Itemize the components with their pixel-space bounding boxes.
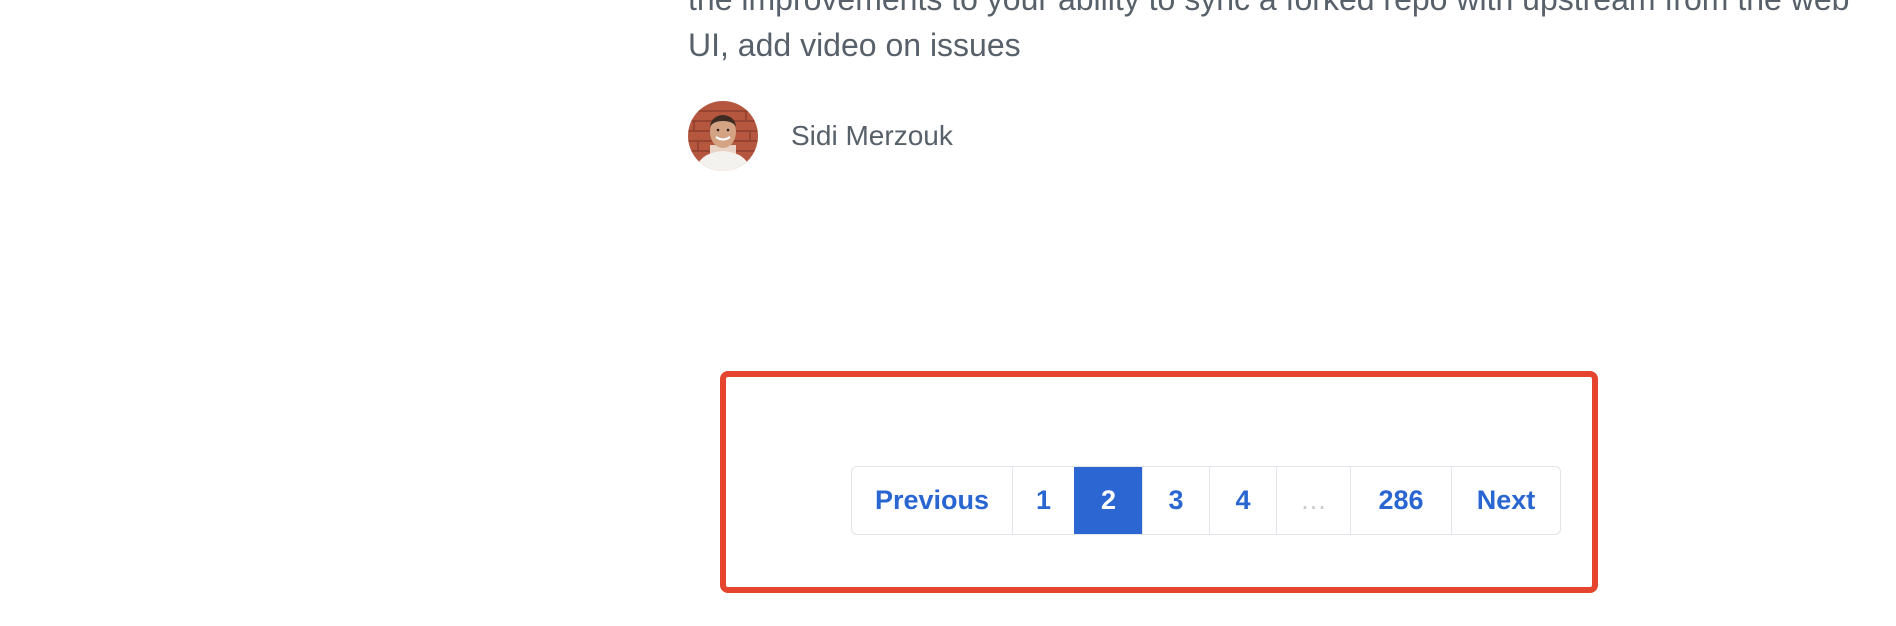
pagination-gap: … xyxy=(1276,467,1350,534)
next-page-button[interactable]: Next xyxy=(1451,467,1560,534)
author-name[interactable]: Sidi Merzouk xyxy=(791,120,953,152)
author-avatar-icon xyxy=(688,101,758,171)
page-2-button-current[interactable]: 2 xyxy=(1074,467,1142,534)
article-snippet: the improvements to your ability to sync… xyxy=(688,0,1896,68)
page-3-button[interactable]: 3 xyxy=(1142,467,1209,534)
page-1-button[interactable]: 1 xyxy=(1012,467,1074,534)
avatar[interactable] xyxy=(688,101,758,171)
page-4-button[interactable]: 4 xyxy=(1209,467,1276,534)
pagination: Previous 1 2 3 4 … 286 Next xyxy=(851,466,1561,535)
snippet-line-2: UI, add video on issues xyxy=(688,27,1021,63)
author-byline: Sidi Merzouk xyxy=(688,100,953,172)
page-286-button[interactable]: 286 xyxy=(1350,467,1451,534)
previous-page-button[interactable]: Previous xyxy=(852,467,1012,534)
snippet-line-1: the improvements to your ability to sync… xyxy=(688,0,1896,22)
